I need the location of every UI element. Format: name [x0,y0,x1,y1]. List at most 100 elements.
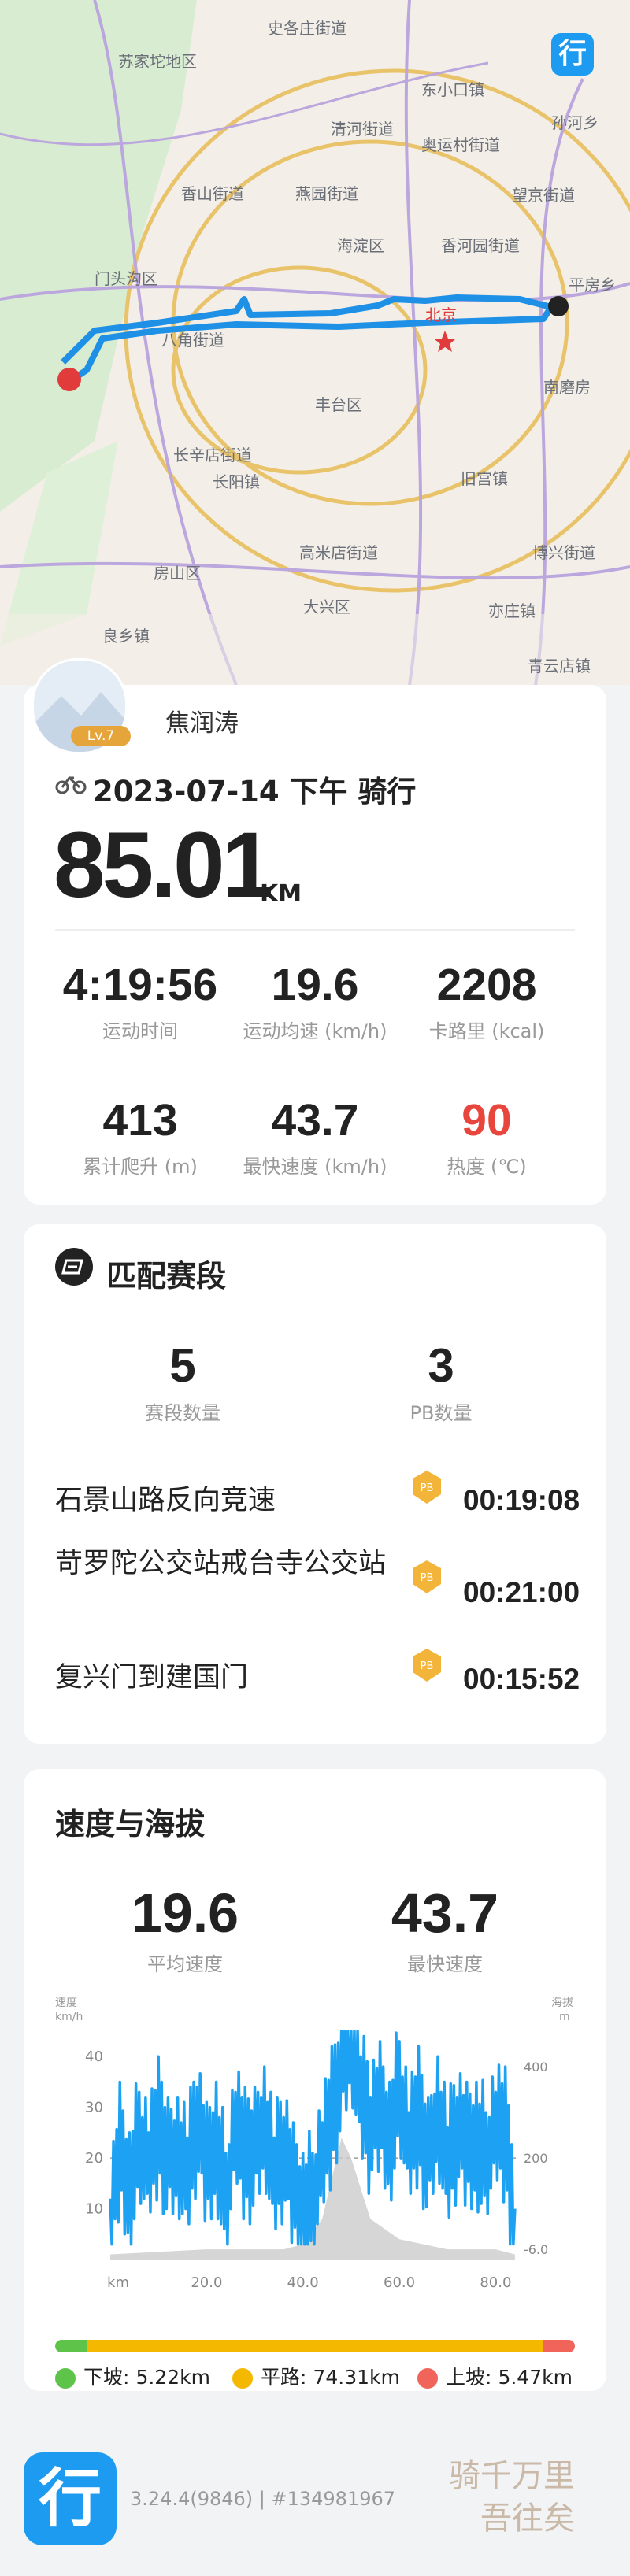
pb-badge-icon: PB [413,1560,441,1593]
stat-label: 运动时间 [102,1020,178,1042]
map-label: 博兴街道 [532,543,595,562]
stat-label: 卡路里 (kcal) [428,1020,545,1042]
legend-label: 下坡 [83,2366,124,2389]
stat-value: 2208 [436,960,537,1010]
stat-value: 90 [461,1095,512,1146]
stat-label: 累计爬升 (m) [83,1156,198,1178]
legend-label: 上坡 [446,2366,486,2389]
stat-value: 413 [102,1095,178,1146]
legend-label: 平路 [261,2366,301,2389]
map-label: 史各庄街道 [268,19,346,38]
map-label: 八角街道 [161,331,224,350]
x-tick-label: km [107,2274,129,2291]
user-name[interactable]: 焦润涛 [165,703,239,738]
pb-badge-label: PB [421,1660,434,1672]
slogan-line: 吾往矣 [480,2500,575,2537]
stat-label: 运动均速 (km/h) [243,1020,387,1042]
x-tick-label: 80.0 [480,2274,511,2291]
avg-speed-value: 19.6 [131,1882,239,1944]
y-tick-label: 40 [85,2049,103,2065]
map-label: 海淀区 [337,236,384,255]
map-label: 丰台区 [315,395,362,414]
map-label: 亦庄镇 [488,601,536,620]
legend-value: 74.31km [313,2366,400,2389]
grade-bar-down [55,2340,87,2352]
pb-badge-icon: PB [413,1471,441,1504]
legend-value: 5.47km [498,2366,573,2389]
stat-label: 赛段数量 [145,1402,220,1424]
pb-badge-icon: PB [413,1649,441,1682]
slogan-line: 骑千万里 [449,2458,575,2494]
distance-value: 85.01 [54,813,273,917]
map-label: 房山区 [154,564,201,583]
route-map[interactable]: 史各庄街道 苏家坨地区 东小口镇 清河街道 孙河乡 奥运村街道 香山街道 燕园街… [0,0,630,685]
map-label: 清河街道 [331,120,394,139]
x-tick-label: 60.0 [384,2274,415,2291]
segment-name[interactable]: 苛罗陀公交站戒台寺公交站 [55,1543,417,1585]
map-label: 高米店街道 [299,543,378,562]
bike-icon [55,775,87,794]
distance-unit: KM [260,880,302,908]
segment-time: 00:15:52 [463,1663,580,1695]
stat-max-speed: 43.7 最快速度 (km/h) [228,1094,402,1179]
level-badge: Lv.7 [71,726,131,746]
x-tick-label: 20.0 [191,2274,222,2291]
activity-date-type: 2023-07-14 下午 骑行 [93,775,417,809]
map-label: 门头沟区 [94,269,158,288]
downhill-dot-icon [55,2368,76,2389]
pb-badge-label: PB [421,1572,434,1584]
y-tick-label: 10 [85,2201,103,2218]
stat-value: 43.7 [271,1095,359,1146]
y2-tick-label: -6.0 [524,2242,548,2257]
speed-section-title: 速度与海拔 [55,1807,206,1841]
stat-heat: 90 热度 (℃) [400,1094,573,1179]
map-canvas [0,0,630,685]
stat-value: 4:19:56 [62,960,218,1010]
segment-time: 00:19:08 [463,1484,580,1516]
speed-series-line [109,2030,517,2246]
flat-dot-icon [232,2368,253,2389]
map-label: 燕园街道 [295,184,358,203]
max-speed-value: 43.7 [391,1882,499,1944]
map-label: 长辛店街道 [173,446,252,464]
speed-altitude-chart[interactable]: 速度 km/h 海拔 m 40 30 20 10 400 200 -6.0 km 20.0 40.0 60.… [55,1992,575,2322]
y-tick-label: 20 [85,2150,103,2167]
map-label: 大兴区 [303,598,350,616]
stat-label: PB数量 [410,1402,472,1424]
version-text: 3.24.4(9846) | #134981967 [130,2488,396,2510]
map-label: 香河园街道 [441,236,520,255]
y-tick-label: 30 [85,2100,103,2116]
legend-uphill: 上坡: 5.47km [417,2362,573,2390]
map-label: 苏家坨地区 [118,52,197,71]
stat-calories: 2208 卡路里 (kcal) [400,959,573,1043]
stat-moving-time: 4:19:56 运动时间 [54,959,227,1043]
slogan: 骑千万里 吾往矣 [449,2455,575,2540]
divider [55,929,575,931]
stat-value: 3 [428,1339,454,1392]
segment-count: 5 赛段数量 [96,1338,269,1425]
y-axis-title: 速度 [55,1997,77,2009]
segment-name[interactable]: 复兴门到建国门 [55,1657,248,1699]
map-label: 良乡镇 [102,627,150,646]
map-label: 平房乡 [569,276,616,294]
map-label: 奥运村街道 [421,135,500,154]
map-label: 香山街道 [181,184,244,203]
app-badge-icon[interactable]: 行 [551,33,594,76]
max-speed-label: 最快速度 [407,1953,483,1975]
stat-value: 19.6 [271,960,359,1010]
legend-downhill: 下坡: 5.22km [55,2362,210,2390]
pb-badge-label: PB [421,1482,434,1494]
map-label: 长阳镇 [213,472,260,491]
map-label: 孙河乡 [551,113,598,132]
map-label: 旧宫镇 [461,469,508,488]
map-label: 北京 [425,305,457,324]
stat-elevation-gain: 413 累计爬升 (m) [54,1094,227,1179]
uphill-dot-icon [417,2368,438,2389]
legend-value: 5.22km [135,2366,210,2389]
avg-speed-label: 平均速度 [147,1953,223,1975]
legend-flat: 平路: 74.31km [232,2362,400,2390]
segment-name[interactable]: 石景山路反向竞速 [55,1480,276,1522]
grade-bar [55,2340,575,2352]
segments-title: 匹配赛段 [106,1259,227,1294]
map-label: 青云店镇 [528,657,591,675]
